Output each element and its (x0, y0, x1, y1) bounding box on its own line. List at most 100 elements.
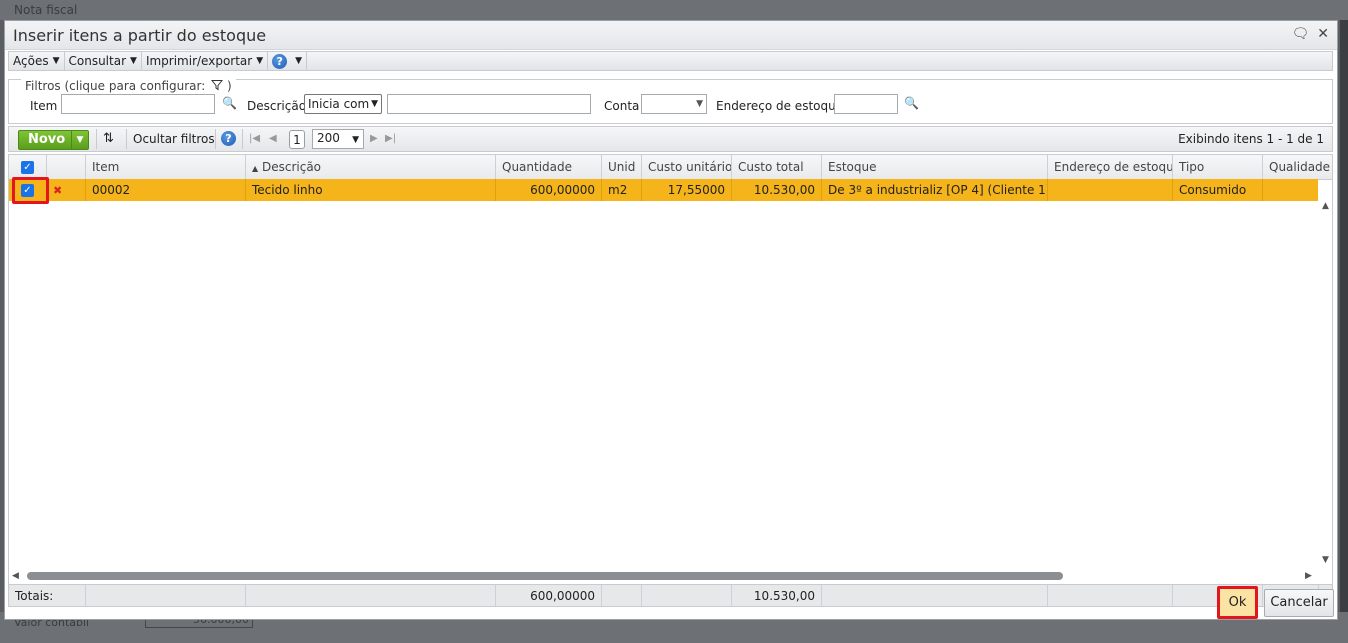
item-filter-input[interactable] (61, 94, 215, 114)
new-button-label: Novo (28, 132, 66, 147)
totals-quantity: 600,00000 (496, 585, 602, 606)
chevron-down-icon: ▼ (52, 56, 60, 66)
chevron-down-icon[interactable]: ▼ (71, 131, 88, 149)
filters-legend[interactable]: Filtros (clique para configurar: ) (21, 79, 236, 93)
delete-row-button[interactable]: ✖ (47, 179, 86, 201)
funnel-icon[interactable] (209, 79, 227, 93)
grid-header: ✓ Item ▲ Descrição Quantidade Unid Custo… (9, 155, 1332, 180)
hide-filters-button[interactable]: Ocultar filtros (133, 127, 215, 151)
background-scrollbar (1340, 20, 1348, 620)
scroll-down-icon[interactable]: ▼ (1322, 555, 1329, 565)
header-stock-address[interactable]: Endereço de estoque (1048, 155, 1173, 179)
checkbox-checked-icon: ✓ (21, 161, 34, 174)
delete-icon: ✖ (53, 184, 63, 197)
dialog-title: Inserir itens a partir do estoque (13, 26, 267, 45)
horizontal-scroll-thumb[interactable] (27, 572, 1063, 580)
header-unit-cost[interactable]: Custo unitário (642, 155, 732, 179)
header-total-cost[interactable]: Custo total (732, 155, 822, 179)
help-icon: ? (272, 53, 288, 69)
menu-print-export-label: Imprimir/exportar (145, 54, 253, 68)
scroll-right-icon[interactable]: ▶ (1305, 571, 1312, 581)
header-quantity[interactable]: Quantidade (496, 155, 602, 179)
description-filter-input[interactable] (387, 94, 591, 114)
next-page-icon[interactable]: ▶ (370, 133, 378, 144)
menu-print-export[interactable]: Imprimir/exportar ▼ (142, 52, 269, 70)
row-checkbox-highlight (12, 177, 49, 204)
account-filter-label: Conta (604, 99, 640, 113)
header-item[interactable]: Item (86, 155, 246, 179)
chevron-down-icon: ▼ (295, 56, 303, 66)
header-actions (47, 155, 86, 179)
filters-legend-close: ) (226, 79, 232, 93)
cell-unit: m2 (602, 179, 642, 201)
stock-address-filter-input[interactable] (834, 94, 898, 114)
items-grid: ✓ Item ▲ Descrição Quantidade Unid Custo… (8, 154, 1333, 585)
cancel-button[interactable]: Cancelar (1264, 589, 1334, 617)
totals-row: Totais: 600,00000 10.530,00 (8, 585, 1333, 607)
first-page-icon[interactable]: |◀ (249, 133, 260, 144)
cell-description: Tecido linho (246, 179, 496, 201)
description-operator-value: Inicia com (308, 97, 370, 111)
menu-query-label: Consultar (68, 54, 127, 68)
cell-item: 00002 (86, 179, 246, 201)
cell-unit-cost: 17,55000 (642, 179, 732, 201)
header-stock[interactable]: Estoque (822, 155, 1048, 179)
comment-icon[interactable]: 🗨 (1291, 27, 1309, 41)
totals-empty-cell (642, 585, 732, 606)
header-description-label: Descrição (261, 160, 322, 174)
search-icon[interactable]: 🔍 (904, 96, 919, 110)
last-page-icon[interactable]: ▶| (385, 133, 396, 144)
cell-quality (1263, 179, 1318, 201)
chevron-down-icon: ▼ (256, 56, 264, 66)
items-count-label: Exibindo itens 1 - 1 de 1 (1178, 132, 1324, 146)
totals-empty-cell (86, 585, 246, 606)
menu-actions[interactable]: Ações ▼ (9, 52, 65, 70)
cell-stock-address (1048, 179, 1173, 201)
table-row[interactable]: ✓ ✖ 00002 Tecido linho 600,00000 m2 17,5… (9, 179, 1318, 201)
menu-help[interactable]: ? ▼ (268, 52, 308, 70)
menu-bar: Ações ▼ Consultar ▼ Imprimir/exportar ▼ … (8, 51, 1333, 71)
filters-legend-text: Filtros (clique para configurar: (25, 79, 206, 93)
search-icon[interactable]: 🔍 (222, 96, 237, 110)
cell-quantity[interactable]: 600,00000 (496, 179, 602, 201)
help-icon[interactable]: ? (221, 131, 236, 146)
select-all-checkbox[interactable]: ✓ (9, 155, 47, 179)
stock-address-filter-label: Endereço de estoque (716, 99, 844, 113)
filters-panel: Filtros (clique para configurar: ) Item … (8, 79, 1333, 124)
refresh-icon[interactable]: ⇅ (103, 127, 114, 151)
previous-page-icon[interactable]: ◀ (269, 133, 277, 144)
description-filter-label: Descrição (247, 99, 307, 113)
description-operator-select[interactable]: Inicia com ▼ (304, 94, 382, 114)
header-type[interactable]: Tipo (1173, 155, 1263, 179)
ok-button[interactable]: Ok (1217, 586, 1258, 619)
account-filter-select[interactable]: ▼ (641, 94, 707, 114)
cell-type: Consumido (1173, 179, 1263, 201)
header-description[interactable]: ▲ Descrição (246, 155, 496, 179)
sort-ascending-icon: ▲ (252, 164, 259, 173)
menu-query[interactable]: Consultar ▼ (65, 52, 142, 70)
vertical-scrollbar[interactable]: ▲ ▼ (1320, 201, 1332, 569)
header-unit[interactable]: Unid (602, 155, 642, 179)
scroll-up-icon[interactable]: ▲ (1322, 201, 1329, 211)
horizontal-scrollbar[interactable]: ◀ ▶ (9, 569, 1332, 583)
totals-empty-cell (602, 585, 642, 606)
scroll-left-icon[interactable]: ◀ (12, 571, 19, 581)
page-number-input[interactable]: 1 (289, 130, 305, 149)
header-quality[interactable]: Qualidade (1263, 155, 1332, 179)
chevron-down-icon: ▼ (696, 99, 703, 109)
background-header: Nota fiscal (0, 0, 1348, 20)
background-title: Nota fiscal (14, 3, 78, 17)
menu-actions-label: Ações (13, 54, 49, 68)
insert-items-dialog: Inserir itens a partir do estoque 🗨 ✕ Aç… (4, 20, 1338, 620)
chevron-down-icon: ▼ (371, 99, 378, 109)
cell-stock: De 3º a industrializ [OP 4] (Cliente 1) (822, 179, 1048, 201)
page-size-select[interactable]: 200 ▼ (312, 129, 364, 149)
item-filter-label: Item (30, 99, 58, 113)
close-icon[interactable]: ✕ (1317, 27, 1329, 41)
dialog-titlebar: Inserir itens a partir do estoque 🗨 ✕ (5, 21, 1337, 50)
new-button[interactable]: Novo ▼ (18, 130, 89, 150)
totals-label: Totais: (9, 585, 86, 606)
totals-empty-cell (1048, 585, 1173, 606)
totals-total-cost: 10.530,00 (732, 585, 822, 606)
totals-empty-cell (822, 585, 1048, 606)
